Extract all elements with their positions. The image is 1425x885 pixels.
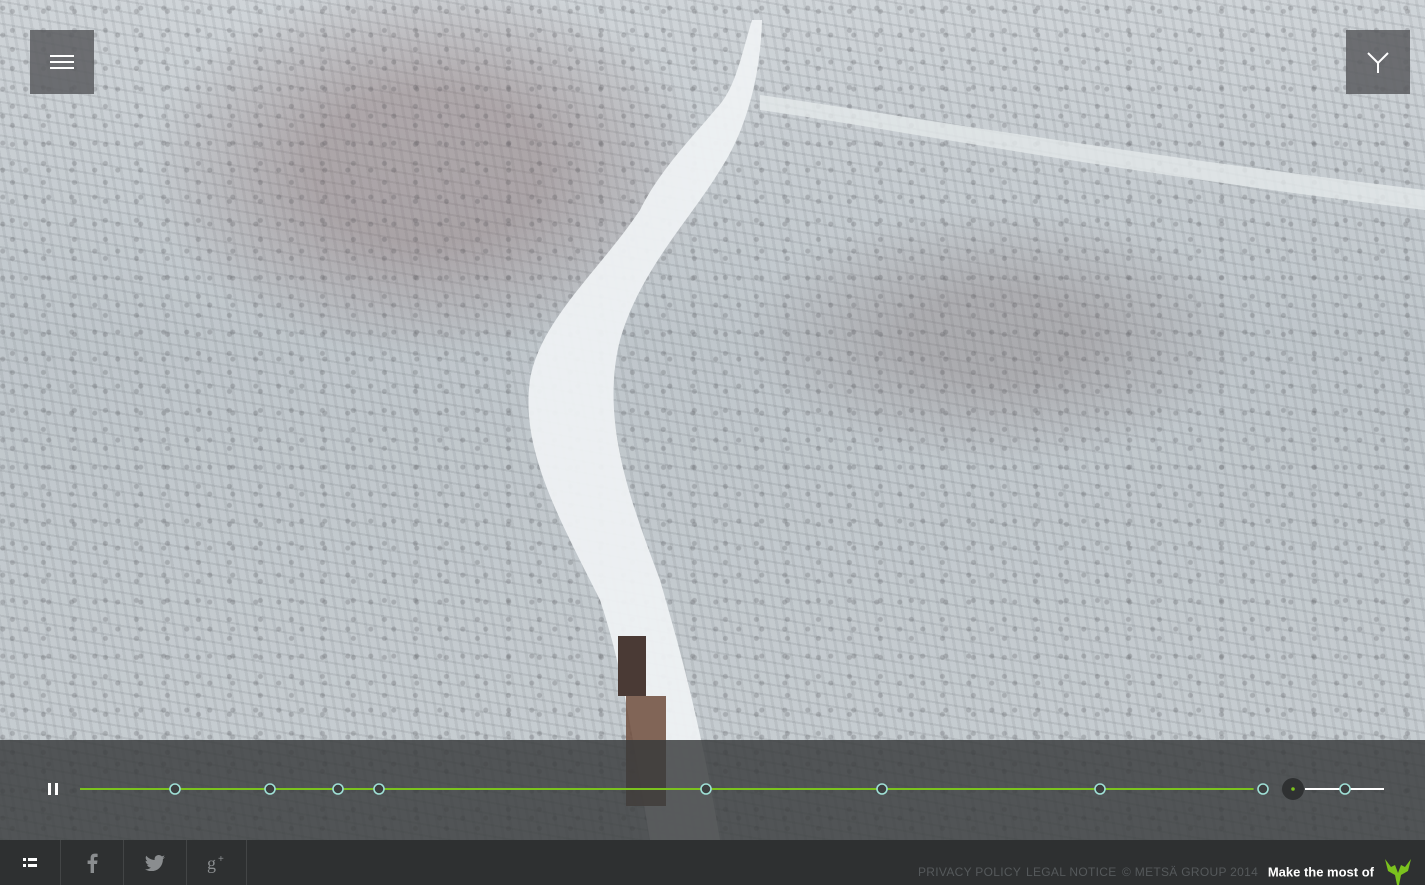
google-plus-share-button[interactable]: g + xyxy=(187,840,247,885)
metsa-tree-icon xyxy=(1367,52,1389,73)
facebook-share-button[interactable] xyxy=(61,840,124,885)
chapter-marker[interactable] xyxy=(264,783,276,795)
copyright-text: © METSÄ GROUP 2014 xyxy=(1122,865,1259,879)
chapter-marker[interactable] xyxy=(1339,783,1351,795)
svg-text:g: g xyxy=(207,853,216,873)
twitter-icon xyxy=(145,854,165,871)
chapter-marker[interactable] xyxy=(332,783,344,795)
chapter-marker[interactable] xyxy=(1257,783,1269,795)
twitter-share-button[interactable] xyxy=(124,840,187,885)
video-timeline xyxy=(0,740,1425,840)
google-plus-icon: g + xyxy=(207,853,224,873)
chapters-icon xyxy=(23,857,37,867)
chapter-marker[interactable] xyxy=(876,783,888,795)
svg-text:+: + xyxy=(218,854,224,865)
logging-truck xyxy=(618,636,646,696)
metsa-group-logo-icon[interactable] xyxy=(1383,857,1413,885)
chapter-marker[interactable] xyxy=(373,783,385,795)
chapters-button[interactable] xyxy=(0,840,61,885)
current-dot xyxy=(1291,787,1295,791)
logo-button[interactable] xyxy=(1346,30,1410,94)
brand-tagline[interactable]: Make the most of xyxy=(1268,865,1374,880)
menu-button[interactable] xyxy=(30,30,94,94)
facebook-icon xyxy=(87,853,98,873)
chapter-marker[interactable] xyxy=(1094,783,1106,795)
forest-road xyxy=(528,20,1425,840)
chapter-track[interactable] xyxy=(0,740,1425,840)
legal-notice-link[interactable]: LEGAL NOTICE xyxy=(1026,865,1117,879)
chapter-marker[interactable] xyxy=(169,783,181,795)
chapter-marker[interactable] xyxy=(700,783,712,795)
privacy-policy-link[interactable]: PRIVACY POLICY xyxy=(918,865,1021,879)
hamburger-icon xyxy=(50,51,74,73)
aerial-video-frame xyxy=(0,0,1425,840)
tagline-text: Make the most of xyxy=(1267,864,1374,880)
